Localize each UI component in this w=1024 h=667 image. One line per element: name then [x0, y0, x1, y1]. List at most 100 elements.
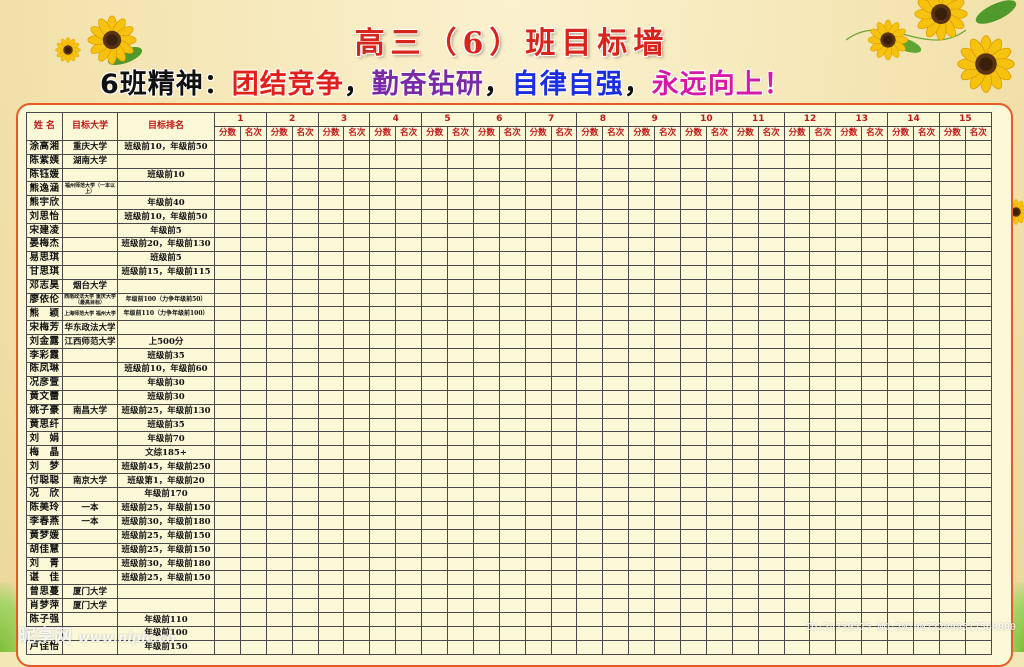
score-cell	[938, 403, 966, 419]
rank-cell	[757, 292, 785, 308]
score-cell	[628, 139, 656, 155]
rank-cell	[861, 459, 889, 475]
target-rank: 班级前10	[117, 167, 215, 183]
rank-cell	[809, 584, 837, 600]
score-cell	[783, 153, 811, 169]
score-cell	[576, 625, 604, 641]
rank-cell	[498, 181, 526, 197]
rank-cell	[913, 473, 940, 489]
score-cell	[265, 195, 293, 211]
score-cell	[887, 181, 915, 197]
score-cell	[369, 306, 397, 322]
score-cell	[524, 431, 552, 447]
score-cell	[524, 445, 552, 461]
rank-cell	[809, 514, 837, 530]
target-university	[62, 417, 118, 433]
score-cell	[628, 195, 656, 211]
score-cell	[835, 181, 863, 197]
score-cell	[369, 570, 397, 586]
rank-cell	[602, 292, 630, 308]
rank-cell	[757, 625, 785, 641]
score-cell	[214, 237, 241, 252]
rank-cell	[550, 223, 578, 239]
rank-cell	[291, 139, 319, 155]
score-cell	[421, 598, 449, 614]
rank-cell	[291, 487, 319, 502]
score-cell	[524, 209, 552, 225]
subheader-rank: 名次	[395, 125, 423, 141]
rank-cell	[913, 348, 940, 364]
rank-cell	[447, 264, 474, 280]
rank-cell	[291, 195, 319, 211]
rank-cell	[705, 320, 733, 336]
rank-cell	[913, 403, 940, 419]
rank-cell	[395, 139, 423, 155]
student-name: 姚子豪	[26, 403, 63, 419]
score-cell	[472, 278, 500, 294]
score-cell	[317, 320, 345, 336]
rank-cell	[913, 389, 940, 405]
score-cell	[628, 514, 656, 530]
score-cell	[214, 473, 241, 489]
score-cell	[214, 487, 241, 502]
rank-cell	[757, 570, 785, 586]
rank-cell	[913, 362, 940, 377]
score-cell	[835, 417, 863, 433]
score-cell	[731, 237, 759, 252]
score-cell	[628, 292, 656, 308]
subheader-score: 分数	[524, 125, 552, 141]
target-rank: 班级前25，年级前150	[117, 542, 215, 558]
score-cell	[524, 375, 552, 391]
score-cell	[472, 598, 500, 614]
score-cell	[421, 625, 449, 641]
rank-cell	[447, 625, 474, 641]
rank-cell	[343, 237, 371, 252]
score-cell	[265, 167, 293, 183]
score-cell	[369, 445, 397, 461]
score-cell	[783, 417, 811, 433]
rank-cell	[809, 459, 837, 475]
rank-cell	[498, 542, 526, 558]
score-cell	[887, 362, 915, 377]
score-cell	[472, 528, 500, 544]
score-cell	[783, 348, 811, 364]
rank-cell	[550, 445, 578, 461]
rank-cell	[861, 528, 889, 544]
score-cell	[576, 292, 604, 308]
rank-cell	[705, 542, 733, 558]
score-cell	[783, 237, 811, 252]
target-table: 姓 名目标大学 目标排名 1 2 3 4 5 6 7 8 9 10 11 12 13 14 15 分数 名次 分数 名次…	[26, 112, 992, 655]
score-cell	[680, 542, 707, 558]
rank-cell	[498, 320, 526, 336]
score-cell	[887, 139, 915, 155]
score-cell	[472, 514, 500, 530]
score-cell	[421, 500, 449, 516]
page-title: 高三（6）班目标墙	[354, 26, 670, 61]
score-cell	[472, 445, 500, 461]
score-cell	[369, 389, 397, 405]
score-cell	[835, 514, 863, 530]
score-cell	[524, 237, 552, 252]
score-cell	[524, 598, 552, 614]
rank-cell	[602, 362, 630, 377]
rank-cell	[757, 306, 785, 322]
rank-cell	[343, 514, 371, 530]
target-rank: 年级前170	[117, 487, 215, 502]
rank-cell	[395, 375, 423, 391]
rank-cell	[809, 556, 837, 572]
rank-cell	[395, 264, 423, 280]
rank-cell	[602, 209, 630, 225]
score-cell	[680, 250, 707, 266]
student-name: 刘 梦	[26, 459, 63, 475]
score-cell	[628, 250, 656, 266]
rank-cell	[395, 278, 423, 294]
rank-cell	[654, 459, 682, 475]
score-cell	[265, 264, 293, 280]
score-cell	[938, 139, 966, 155]
target-university	[62, 195, 118, 211]
score-cell	[731, 528, 759, 544]
rank-cell	[705, 167, 733, 183]
score-cell	[680, 167, 707, 183]
score-cell	[524, 487, 552, 502]
rank-cell	[654, 250, 682, 266]
